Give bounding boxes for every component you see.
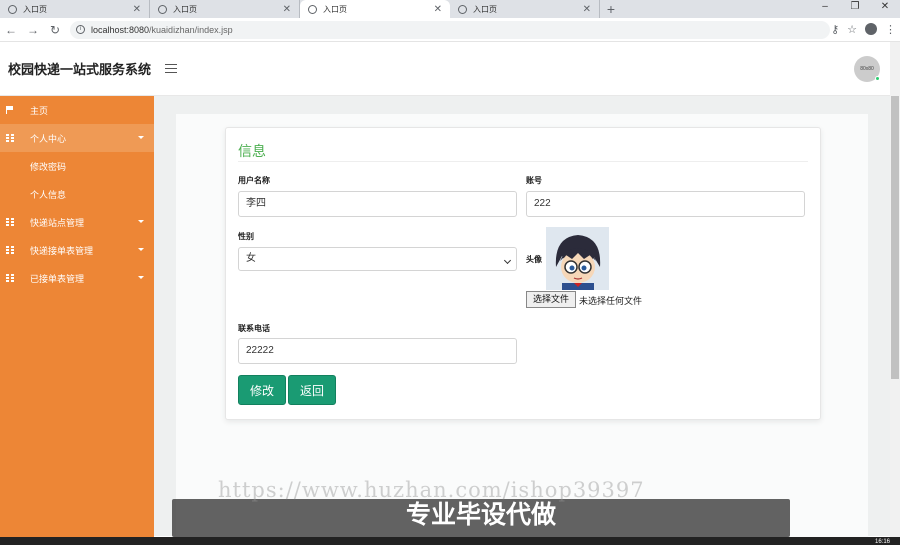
minimize-button[interactable]: – (810, 0, 840, 18)
caption-text: 专业毕设代做 (405, 501, 556, 529)
account-label: 账号 (526, 176, 542, 185)
os-taskbar (0, 537, 900, 545)
edit-button[interactable]: 修改 (238, 375, 286, 405)
url-host: localhost:8080 (91, 24, 150, 35)
address-bar[interactable]: i localhost:8080/kuaidizhan/index.jsp (70, 20, 830, 39)
browser-actions: ⚷ ☆ ⋮ (831, 23, 896, 36)
chevron-down-icon (138, 248, 144, 251)
close-icon[interactable]: ✕ (283, 4, 291, 15)
sidebar-item-label: 个人中心 (30, 133, 67, 144)
cartoon-portrait-icon (546, 227, 609, 290)
sidebar-item-label: 修改密码 (30, 161, 67, 172)
back-arrow-icon[interactable]: ← (0, 23, 22, 37)
reload-icon[interactable]: ↻ (44, 23, 66, 37)
avatar-image (546, 227, 609, 290)
avatar[interactable]: 80x80 (854, 56, 880, 82)
forward-arrow-icon[interactable]: → (22, 23, 44, 37)
app-title: 校园快递一站式服务系统 (8, 62, 152, 77)
gender-select[interactable]: 女 (238, 247, 517, 271)
flag-icon (6, 106, 14, 114)
gender-selected-value: 女 (246, 253, 256, 264)
sidebar-item-station-management[interactable]: 快递站点管理 (0, 208, 154, 236)
url-path: /kuaidizhan/index.jsp (149, 24, 233, 35)
grid-icon (6, 274, 14, 282)
sidebar-item-label: 已接单表管理 (30, 273, 85, 284)
browser-tab-active[interactable]: 入口页 ✕ (300, 0, 450, 18)
sidebar-item-accepted-orders[interactable]: 已接单表管理 (0, 264, 154, 292)
close-icon[interactable]: ✕ (583, 4, 591, 15)
grid-icon (6, 134, 14, 142)
username-field[interactable]: 李四 (238, 191, 517, 217)
avatar-placeholder-text: 80x80 (860, 66, 874, 72)
taskbar-clock: 16:16 (874, 539, 890, 545)
new-tab-button[interactable]: + (600, 0, 622, 18)
sidebar-item-order-table-management[interactable]: 快递接单表管理 (0, 236, 154, 264)
sidebar-item-personal-center[interactable]: 个人中心 (0, 124, 154, 152)
phone-field[interactable]: 22222 (238, 338, 517, 364)
choose-file-button[interactable]: 选择文件 (526, 291, 576, 308)
key-icon[interactable]: ⚷ (831, 23, 839, 36)
chevron-down-icon (138, 136, 144, 139)
browser-tabstrip: 入口页 ✕ 入口页 ✕ 入口页 ✕ 入口页 ✕ + – ❐ ✕ (0, 0, 900, 18)
close-icon[interactable]: ✕ (434, 4, 442, 15)
grid-icon (6, 246, 14, 254)
info-icon[interactable]: i (76, 25, 85, 34)
username-label: 用户名称 (238, 176, 270, 185)
page-scrollbar-thumb[interactable] (891, 96, 899, 379)
back-button[interactable]: 返回 (288, 375, 336, 405)
browser-tab[interactable]: 入口页 ✕ (450, 0, 600, 18)
hamburger-menu-icon[interactable] (165, 64, 178, 73)
menu-dots-icon[interactable]: ⋮ (885, 23, 896, 36)
close-icon[interactable]: ✕ (133, 4, 141, 15)
sidebar-item-label: 主页 (30, 105, 49, 116)
sidebar-item-label: 快递站点管理 (30, 217, 85, 228)
tab-label: 入口页 (173, 4, 197, 14)
browser-tab[interactable]: 入口页 ✕ (0, 0, 150, 18)
chevron-down-icon (138, 220, 144, 223)
sidebar-subitem-change-password[interactable]: 修改密码 (0, 152, 154, 180)
avatar-label: 头像 (526, 255, 542, 264)
gender-label: 性别 (238, 232, 254, 241)
file-status-text: 未选择任何文件 (579, 296, 643, 306)
browser-navbar: ← → ↻ i localhost:8080/kuaidizhan/index.… (0, 18, 900, 42)
restore-button[interactable]: ❐ (840, 0, 870, 18)
sidebar-item-home[interactable]: 主页 (0, 96, 154, 124)
tab-label: 入口页 (473, 4, 497, 14)
sidebar: 主页 个人中心 修改密码 个人信息 快递站点管理 快递接单表管理 已接单表管理 (0, 96, 154, 545)
app-header: 校园快递一站式服务系统 80x80 (0, 42, 890, 96)
tab-label: 入口页 (323, 4, 347, 14)
star-icon[interactable]: ☆ (847, 23, 857, 36)
globe-icon (8, 4, 17, 14)
browser-tab[interactable]: 入口页 ✕ (150, 0, 300, 18)
form-title: 信息 (238, 143, 266, 159)
phone-label: 联系电话 (238, 324, 270, 333)
window-controls: – ❐ ✕ (810, 0, 900, 18)
account-field[interactable]: 222 (526, 191, 805, 217)
online-status-dot (875, 76, 880, 81)
sidebar-item-label: 个人信息 (30, 189, 67, 200)
chevron-down-icon (138, 276, 144, 279)
tab-label: 入口页 (23, 4, 47, 14)
close-window-button[interactable]: ✕ (870, 0, 900, 18)
globe-icon (308, 4, 317, 14)
sidebar-item-label: 快递接单表管理 (30, 245, 94, 256)
grid-icon (6, 218, 14, 226)
divider (238, 161, 808, 162)
globe-icon (458, 4, 467, 14)
profile-icon[interactable] (865, 23, 877, 35)
globe-icon (158, 4, 167, 14)
sidebar-subitem-personal-info[interactable]: 个人信息 (0, 180, 154, 208)
